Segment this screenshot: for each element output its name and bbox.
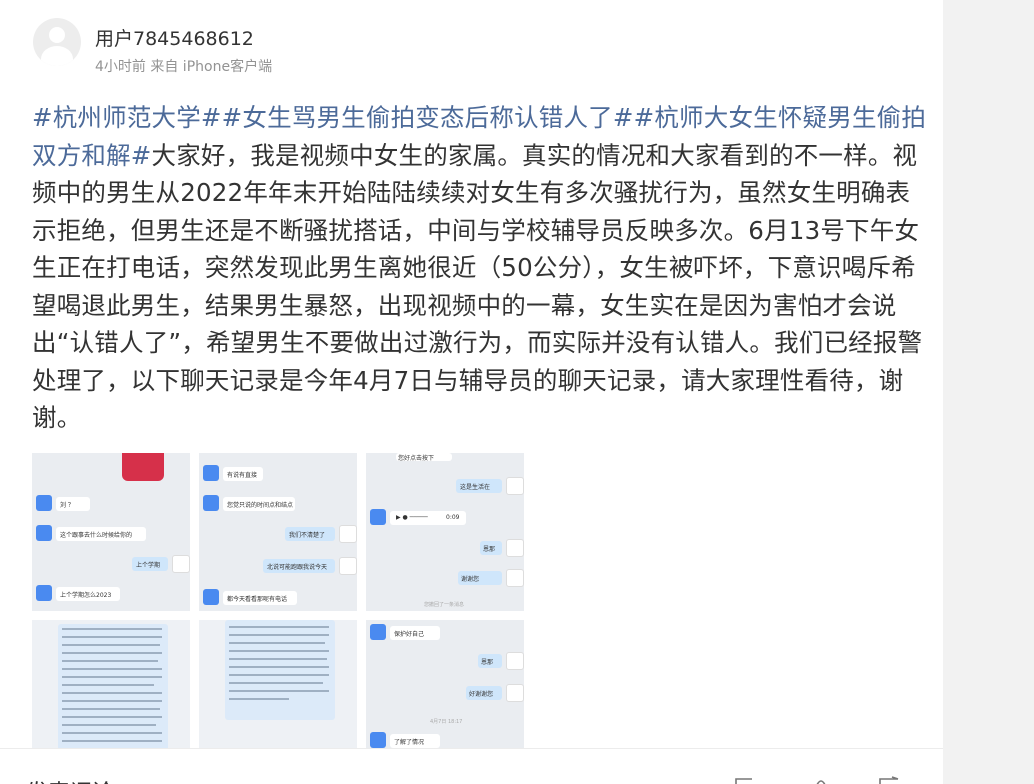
expand-icon[interactable]	[878, 775, 900, 784]
chat-avatar	[36, 495, 52, 511]
text-line	[62, 740, 162, 742]
chat-text: 这个跟事去什么时候给你的	[60, 532, 133, 539]
chat-avatar	[203, 465, 219, 481]
avatar[interactable]	[33, 18, 81, 66]
text-line	[62, 732, 162, 734]
comment-icon[interactable]	[810, 775, 832, 784]
text-line	[229, 698, 289, 700]
chat-avatar	[203, 589, 219, 605]
chat-text: 刘 ？	[60, 502, 74, 509]
avatar-head-shape	[49, 27, 65, 43]
hashtag-link[interactable]: #女生骂男生偷拍变态后称认错人了#	[222, 103, 634, 132]
chat-avatar	[506, 569, 524, 587]
text-line	[62, 684, 154, 686]
chat-text: 好谢谢您	[469, 691, 494, 698]
text-line	[62, 724, 156, 726]
chat-text: 北说可能跑跟我说今天	[267, 564, 328, 571]
username[interactable]: 用户7845468612	[95, 24, 254, 51]
chat-text: 这是生活在	[460, 484, 491, 491]
chat-text: 上个学期怎么2023	[60, 592, 112, 599]
avatar-body-shape	[41, 46, 73, 66]
system-note: 您撤回了一条消息	[424, 602, 465, 608]
page-background	[943, 0, 1034, 784]
text-line	[62, 652, 162, 654]
chat-avatar	[370, 624, 386, 640]
chat-avatar	[339, 557, 357, 575]
chat-avatar	[506, 539, 524, 557]
chat-avatar	[370, 509, 386, 525]
chat-avatar	[203, 495, 219, 511]
text-line	[229, 674, 329, 676]
chat-text: 上个学期	[136, 562, 161, 569]
post-meta: 4小时前 来自 iPhone客户端	[95, 59, 273, 75]
chat-text: 保护好自己	[394, 631, 425, 638]
chat-text: 恩那	[481, 659, 494, 666]
chat-avatar	[370, 732, 386, 748]
post-body: 大家好，我是视频中女生的家属。真实的情况和大家看到的不一样。视频中的男生从202…	[32, 140, 923, 433]
text-line	[229, 690, 329, 692]
text-line	[229, 642, 325, 644]
timestamp: 4月7日 18:17	[430, 719, 463, 725]
chat-avatar	[506, 477, 524, 495]
share-icon[interactable]	[734, 775, 756, 784]
chat-text: 我们不清楚了	[289, 532, 326, 539]
chat-avatar	[172, 555, 190, 573]
text-line	[62, 708, 160, 710]
text-line	[229, 682, 323, 684]
chat-text: 了解了情况	[394, 739, 425, 746]
text-line	[62, 700, 162, 702]
chat-avatar	[506, 652, 524, 670]
text-line	[229, 650, 329, 652]
chat-text: 恩那	[483, 546, 496, 553]
text-line	[62, 660, 158, 662]
play-icon: ▶ ● ─────	[396, 514, 428, 521]
text-line	[62, 676, 162, 678]
photo-fragment	[122, 453, 164, 481]
chat-text: 您觉只说的时间点和结点	[227, 502, 294, 509]
text-line	[62, 644, 160, 646]
image-thumbnail[interactable]: 刘 ？ 这个跟事去什么时候给你的 上个学期 上个学期怎么2023	[32, 453, 190, 611]
chat-avatar	[339, 525, 357, 543]
voice-duration: 0:09	[446, 514, 460, 521]
text-line	[62, 716, 162, 718]
chat-text: 都今天看看那呢有电话	[227, 596, 288, 603]
chat-avatar	[36, 585, 52, 601]
bottom-action-bar: 发表评论	[0, 748, 943, 784]
comment-button[interactable]: 发表评论	[26, 775, 114, 784]
image-thumbnail[interactable]: 有说有直接 您觉只说的时间点和结点 我们不清楚了 北说可能跑跟我说今天 都今天看…	[199, 453, 357, 611]
post-card: 用户7845468612 4小时前 来自 iPhone客户端 #杭州师范大学##…	[0, 0, 943, 784]
chat-avatar	[36, 525, 52, 541]
text-line	[229, 626, 329, 628]
chat-text: 您好点击按下	[398, 455, 435, 462]
text-line	[62, 628, 162, 630]
hashtag-link[interactable]: #杭州师范大学#	[32, 103, 222, 132]
image-grid: 刘 ？ 这个跟事去什么时候给你的 上个学期 上个学期怎么2023 有说有直接 您…	[32, 453, 524, 778]
image-thumbnail[interactable]: 您好点击按下 这是生活在 ▶ ● ───── 0:09 恩那 谢谢您 您撤回了一…	[366, 453, 524, 611]
text-line	[229, 666, 329, 668]
text-line	[62, 668, 162, 670]
chat-avatar	[506, 684, 524, 702]
text-line	[229, 634, 329, 636]
text-line	[62, 636, 162, 638]
text-line	[229, 658, 327, 660]
post-text: #杭州师范大学##女生骂男生偷拍变态后称认错人了##杭师大女生怀疑男生偷拍双方和…	[32, 99, 932, 437]
chat-text: 谢谢您	[461, 576, 480, 583]
chat-text: 有说有直接	[227, 472, 258, 479]
text-line	[62, 692, 162, 694]
